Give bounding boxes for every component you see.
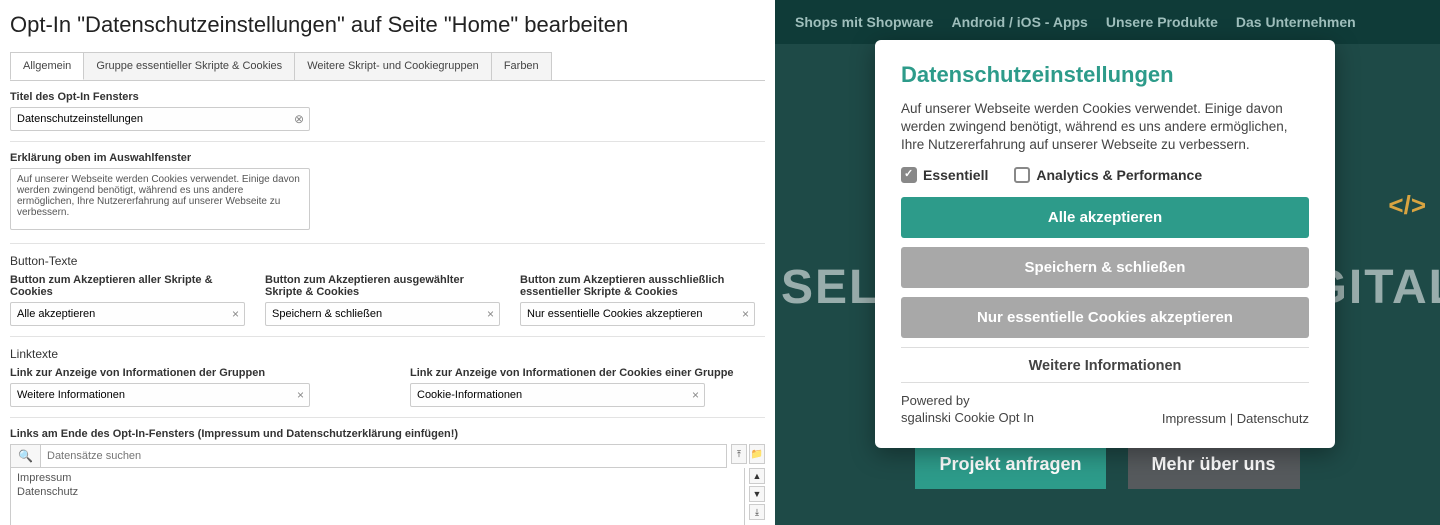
powered-by: Powered by sgalinski Cookie Opt In — [901, 393, 1034, 427]
cookie-modal: Datenschutzeinstellungen Auf unserer Web… — [875, 40, 1335, 448]
section-linktexts: Linktexte Link zur Anzeige von Informati… — [10, 337, 765, 418]
move-up-button[interactable]: ▲ — [749, 468, 765, 484]
clear-icon[interactable]: × — [297, 388, 304, 402]
link-groups-input[interactable] — [10, 383, 310, 407]
clear-icon[interactable]: × — [742, 307, 749, 321]
section-end-links: Links am Ende des Opt-In-Fensters (Impre… — [10, 418, 765, 525]
move-down-button[interactable]: ▼ — [749, 486, 765, 502]
page-title: Opt-In "Datenschutzeinstellungen" auf Se… — [10, 12, 765, 38]
privacy-link[interactable]: Datenschutz — [1237, 411, 1309, 426]
link-groups-label: Link zur Anzeige von Informationen der G… — [10, 367, 390, 379]
divider — [901, 347, 1309, 348]
end-links-label: Links am Ende des Opt-In-Fensters (Impre… — [10, 428, 765, 440]
browse-button[interactable]: 📁 — [749, 444, 765, 464]
essential-only-button[interactable]: Nur essentielle Cookies akzeptieren — [901, 297, 1309, 338]
checkbox-label: Analytics & Performance — [1036, 167, 1202, 183]
tab-allgemein[interactable]: Allgemein — [10, 52, 84, 80]
code-icon: </> — [1388, 190, 1426, 221]
imprint-link[interactable]: Impressum — [1162, 411, 1226, 426]
btn-sel-label: Button zum Akzeptieren ausgewählter Skri… — [265, 274, 500, 298]
title-label: Titel des Opt-In Fensters — [10, 91, 765, 103]
divider — [901, 382, 1309, 383]
btn-ess-input[interactable] — [520, 302, 755, 326]
explanation-textarea[interactable]: Auf unserer Webseite werden Cookies verw… — [10, 168, 310, 230]
move-top-button[interactable]: ⤒ — [731, 444, 747, 464]
explanation-label: Erklärung oben im Auswahlfenster — [10, 152, 765, 164]
editor-pane: Opt-In "Datenschutzeinstellungen" auf Se… — [0, 0, 775, 525]
link-cookies-label: Link zur Anzeige von Informationen der C… — [410, 367, 765, 379]
list-item[interactable]: Datenschutz — [17, 485, 738, 499]
clear-icon[interactable]: × — [487, 307, 494, 321]
modal-description: Auf unserer Webseite werden Cookies verw… — [901, 100, 1309, 155]
section-button-texts: Button-Texte Button zum Akzeptieren alle… — [10, 244, 765, 337]
clear-icon[interactable]: × — [692, 388, 699, 402]
checkbox-label: Essentiell — [923, 167, 988, 183]
search-input[interactable] — [40, 444, 727, 468]
nav-bar: Shops mit Shopware Android / iOS - Apps … — [775, 0, 1440, 44]
checkbox-essential[interactable]: Essentiell — [901, 167, 988, 183]
search-button[interactable]: 🔍 — [10, 444, 40, 468]
nav-item[interactable]: Android / iOS - Apps — [951, 14, 1087, 30]
accept-all-button[interactable]: Alle akzeptieren — [901, 197, 1309, 238]
tab-colors[interactable]: Farben — [491, 52, 552, 80]
checkbox-icon — [1014, 167, 1030, 183]
preview-pane: Shops mit Shopware Android / iOS - Apps … — [775, 0, 1440, 525]
btn-all-label: Button zum Akzeptieren aller Skripte & C… — [10, 274, 245, 298]
clear-icon[interactable]: ⊗ — [294, 112, 304, 126]
tab-other-groups[interactable]: Weitere Skript- und Cookiegruppen — [294, 52, 492, 80]
tab-essential-group[interactable]: Gruppe essentieller Skripte & Cookies — [83, 52, 295, 80]
link-cookies-input[interactable] — [410, 383, 705, 407]
btn-sel-input[interactable] — [265, 302, 500, 326]
footer-links: Impressum | Datenschutz — [1162, 411, 1309, 426]
checkbox-analytics[interactable]: Analytics & Performance — [1014, 167, 1202, 183]
move-bottom-button[interactable]: ⤓ — [749, 504, 765, 520]
nav-item[interactable]: Shops mit Shopware — [795, 14, 933, 30]
save-close-button[interactable]: Speichern & schließen — [901, 247, 1309, 288]
search-icon: 🔍 — [18, 449, 33, 463]
btn-ess-label: Button zum Akzeptieren ausschließlich es… — [520, 274, 755, 298]
checkbox-icon — [901, 167, 917, 183]
nav-item[interactable]: Unsere Produkte — [1106, 14, 1218, 30]
modal-title: Datenschutzeinstellungen — [901, 62, 1309, 88]
section-title: Titel des Opt-In Fensters ⊗ — [10, 81, 765, 142]
button-texts-heading: Button-Texte — [10, 254, 765, 268]
title-input[interactable] — [10, 107, 310, 131]
btn-all-input[interactable] — [10, 302, 245, 326]
nav-item[interactable]: Das Unternehmen — [1236, 14, 1356, 30]
clear-icon[interactable]: × — [232, 307, 239, 321]
tab-bar: Allgemein Gruppe essentieller Skripte & … — [10, 52, 765, 81]
more-info-link[interactable]: Weitere Informationen — [901, 358, 1309, 374]
linktexts-heading: Linktexte — [10, 347, 765, 361]
end-links-list[interactable]: Impressum Datenschutz — [10, 468, 745, 525]
section-explanation: Erklärung oben im Auswahlfenster Auf uns… — [10, 142, 765, 244]
list-item[interactable]: Impressum — [17, 471, 738, 485]
